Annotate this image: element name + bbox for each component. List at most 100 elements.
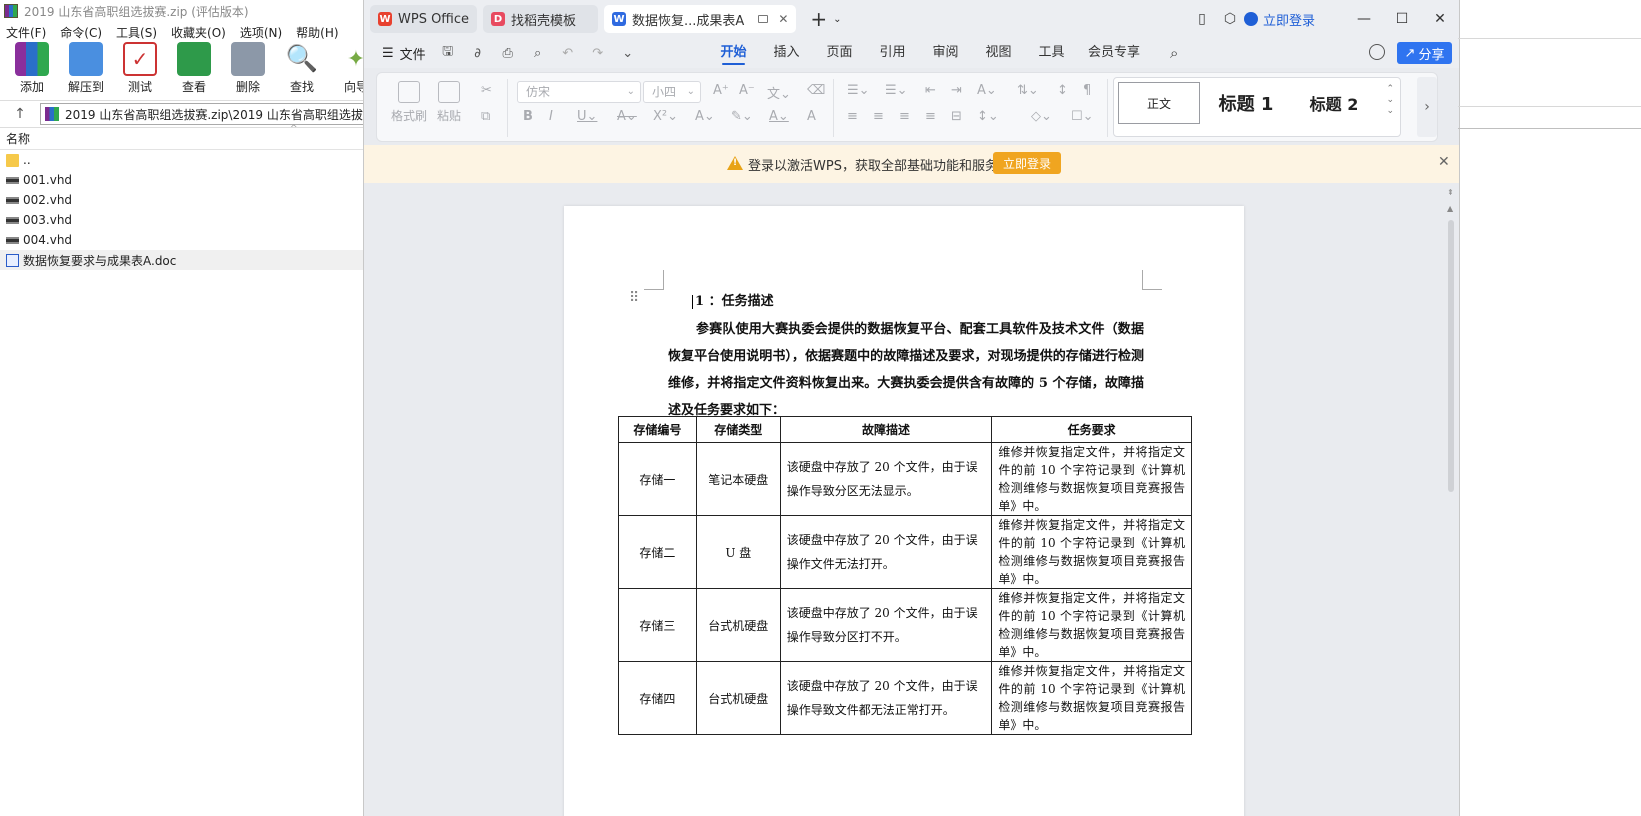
tab-docer-templates[interactable]: D 找稻壳模板 bbox=[483, 5, 599, 33]
char-shading-icon[interactable]: A bbox=[807, 109, 816, 124]
archive-path-field[interactable]: 2019 山东省高职组选拔赛.zip\2019 山东省高职组选拔赛 bbox=[40, 103, 380, 125]
chevron-down-icon[interactable]: ⌄ bbox=[833, 14, 841, 25]
highlight-icon[interactable]: ✎⌄ bbox=[731, 109, 753, 124]
style-scroll-arrows[interactable]: ⌃ ⌄ ⌄ bbox=[1386, 84, 1394, 117]
ribbon-tab-references[interactable]: 引用 bbox=[866, 38, 919, 68]
login-link[interactable]: 立即登录 bbox=[1243, 10, 1315, 29]
layout-icon[interactable]: ▯ bbox=[1188, 11, 1216, 27]
tab-wps-office[interactable]: W WPS Office bbox=[370, 5, 478, 33]
link-icon[interactable]: ∂ bbox=[470, 46, 486, 61]
menu-options[interactable]: 选项(N) bbox=[240, 24, 282, 41]
list-item[interactable]: 数据恢复要求与成果表A.doc bbox=[0, 250, 380, 270]
shading-icon[interactable]: ◇⌄ bbox=[1031, 109, 1052, 124]
close-notice-icon[interactable]: ✕ bbox=[1438, 154, 1450, 170]
scroll-up-icon[interactable]: ▲ bbox=[1447, 204, 1453, 213]
shrink-font-icon[interactable]: A⁻ bbox=[739, 83, 755, 98]
grow-font-icon[interactable]: A⁺ bbox=[713, 83, 729, 98]
undo-icon[interactable]: ↶ bbox=[560, 46, 576, 61]
bold-icon[interactable]: B bbox=[523, 109, 533, 124]
font-name-select[interactable]: 仿宋 ⌄ bbox=[517, 81, 641, 103]
redo-icon[interactable]: ↷ bbox=[590, 46, 606, 61]
list-item[interactable]: 003.vhd bbox=[0, 210, 380, 230]
split-icon[interactable]: ⇞ bbox=[1447, 188, 1454, 197]
menu-tools[interactable]: 工具(S) bbox=[116, 24, 157, 41]
view-button[interactable]: 查看 bbox=[172, 42, 216, 95]
copy-icon[interactable]: ⧉ bbox=[481, 109, 490, 124]
numbered-list-icon[interactable]: ☰⌄ bbox=[885, 83, 908, 98]
align-right-icon[interactable]: ≡ bbox=[899, 109, 910, 124]
drag-handle-icon[interactable]: ⠿ bbox=[629, 291, 641, 305]
ribbon-tab-tools[interactable]: 工具 bbox=[1025, 38, 1078, 68]
eraser-icon[interactable]: ⌫ bbox=[807, 83, 825, 98]
ribbon-tab-page[interactable]: 页面 bbox=[813, 38, 866, 68]
bullet-list-icon[interactable]: ☰⌄ bbox=[847, 83, 870, 98]
document-page[interactable]: ⠿ 1 ：任务描述 参赛队使用大赛执委会提供的数据恢复平台、配套工具软件及技术文… bbox=[564, 206, 1244, 816]
strikethrough-icon[interactable]: A⌄ bbox=[617, 109, 637, 124]
italic-icon[interactable]: I bbox=[549, 109, 553, 124]
ribbon-tab-insert[interactable]: 插入 bbox=[760, 38, 813, 68]
share-button[interactable]: ↗ 分享 bbox=[1397, 42, 1452, 64]
menu-favorites[interactable]: 收藏夹(O) bbox=[171, 24, 226, 41]
print-preview-icon[interactable]: ⌕ bbox=[530, 46, 546, 61]
line-spacing-icon[interactable]: ↕⌄ bbox=[977, 109, 999, 124]
paste-button[interactable]: 粘贴 bbox=[437, 81, 461, 124]
close-window-icon[interactable]: ✕ bbox=[1421, 11, 1459, 27]
add-button[interactable]: 添加 bbox=[10, 42, 54, 95]
distributed-icon[interactable]: ⊟ bbox=[951, 109, 962, 124]
font-size-select[interactable]: 小四 ⌄ bbox=[643, 81, 701, 103]
style-heading-2[interactable]: 标题 2 bbox=[1294, 82, 1374, 124]
text-effect-icon[interactable]: A⌄ bbox=[695, 109, 715, 124]
list-item[interactable]: 002.vhd bbox=[0, 190, 380, 210]
list-item[interactable]: 004.vhd bbox=[0, 230, 380, 250]
find-button[interactable]: 🔍 查找 bbox=[280, 42, 324, 95]
maximize-icon[interactable]: ☐ bbox=[1383, 11, 1421, 27]
close-tab-icon[interactable]: ✕ bbox=[778, 12, 788, 26]
monitor-icon[interactable] bbox=[758, 15, 769, 23]
ribbon-tab-membership[interactable]: 会员专享 bbox=[1078, 38, 1150, 68]
ribbon-tab-review[interactable]: 审阅 bbox=[919, 38, 972, 68]
new-tab-plus-icon[interactable]: + bbox=[810, 7, 827, 31]
cube-icon[interactable]: ⬡ bbox=[1216, 11, 1244, 27]
justify-icon[interactable]: ≡ bbox=[925, 109, 936, 124]
decrease-indent-icon[interactable]: ⇤ bbox=[925, 83, 936, 98]
text-direction-icon[interactable]: A⌄ bbox=[977, 83, 997, 98]
delete-button[interactable]: 删除 bbox=[226, 42, 270, 95]
chat-icon[interactable] bbox=[1369, 44, 1385, 60]
ribbon-next-chevron-icon[interactable]: › bbox=[1417, 77, 1437, 137]
paragraph-sort-icon[interactable]: ↕ bbox=[1057, 83, 1068, 98]
superscript-icon[interactable]: X²⌄ bbox=[653, 109, 678, 124]
align-center-icon[interactable]: ≡ bbox=[873, 109, 884, 124]
test-button[interactable]: ✓ 测试 bbox=[118, 42, 162, 95]
tab-document[interactable]: W 数据恢复...成果表A ✕ bbox=[604, 5, 797, 33]
search-icon[interactable]: ⌕ bbox=[1170, 44, 1178, 62]
document-scrollbar[interactable]: ⇞ ▲ bbox=[1444, 186, 1458, 806]
phonetic-icon[interactable]: 文⌄ bbox=[767, 83, 791, 102]
column-header-name[interactable]: 名称 ^ bbox=[0, 124, 380, 150]
list-item[interactable]: 001.vhd bbox=[0, 170, 380, 190]
extract-button[interactable]: 解压到 bbox=[64, 42, 108, 95]
menu-help[interactable]: 帮助(H) bbox=[296, 24, 338, 41]
format-painter-button[interactable]: 格式刷 bbox=[391, 81, 427, 124]
menu-file[interactable]: 文件(F) bbox=[6, 24, 46, 41]
font-color-icon[interactable]: A⌄ bbox=[769, 109, 789, 124]
list-item[interactable]: .. bbox=[0, 150, 380, 170]
menu-command[interactable]: 命令(C) bbox=[60, 24, 102, 41]
scroll-thumb[interactable] bbox=[1448, 220, 1454, 492]
style-heading-1[interactable]: 标题 1 bbox=[1206, 82, 1286, 124]
align-left-icon[interactable]: ≡ bbox=[847, 109, 858, 124]
increase-indent-icon[interactable]: ⇥ bbox=[951, 83, 962, 98]
border-icon[interactable]: ☐⌄ bbox=[1071, 109, 1094, 124]
save-icon[interactable]: 🖫 bbox=[440, 42, 456, 64]
scissors-icon[interactable]: ✂ bbox=[481, 83, 492, 98]
sort-icon[interactable]: ⇅⌄ bbox=[1017, 83, 1039, 98]
style-normal[interactable]: 正文 bbox=[1118, 82, 1200, 124]
show-marks-icon[interactable]: ¶ bbox=[1083, 83, 1091, 98]
file-menu-button[interactable]: ☰ 文件 bbox=[382, 44, 426, 63]
ribbon-tab-home[interactable]: 开始 bbox=[707, 38, 760, 68]
print-icon[interactable]: ⎙ bbox=[500, 46, 516, 61]
notice-login-button[interactable]: 立即登录 bbox=[993, 152, 1061, 174]
more-chevron-icon[interactable]: ⌄ bbox=[620, 46, 636, 61]
ribbon-tab-view[interactable]: 视图 bbox=[972, 38, 1025, 68]
underline-icon[interactable]: U⌄ bbox=[577, 109, 597, 124]
minimize-icon[interactable]: — bbox=[1345, 11, 1383, 27]
